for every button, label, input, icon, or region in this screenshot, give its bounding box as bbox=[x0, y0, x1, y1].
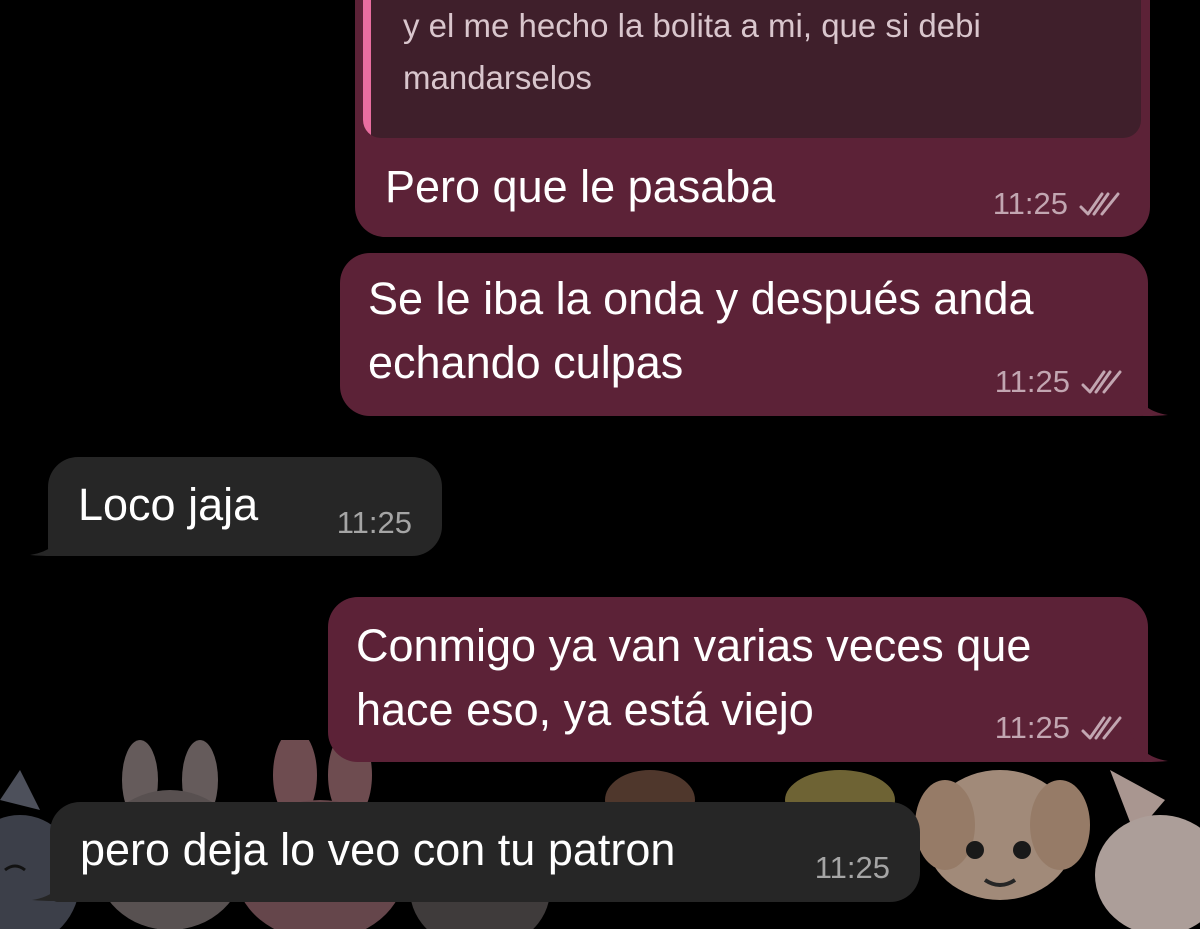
message-time: 11:25 bbox=[994, 364, 1070, 399]
message-text: Loco jaja bbox=[78, 479, 259, 530]
message-meta: 11:25 bbox=[995, 364, 1124, 400]
message-text: Se le iba la onda y después anda echando… bbox=[368, 273, 1034, 388]
outgoing-message-bubble[interactable]: y el me hecho la bolita a mi, que si deb… bbox=[355, 0, 1150, 237]
outgoing-message-bubble[interactable]: Se le iba la onda y después anda echando… bbox=[340, 253, 1148, 416]
message-time: 11:25 bbox=[992, 186, 1068, 221]
bubble-tail bbox=[32, 870, 70, 901]
message-text: Pero que le pasaba bbox=[385, 161, 776, 212]
bubble-tail bbox=[1130, 385, 1168, 416]
chat-view: y el me hecho la bolita a mi, que si deb… bbox=[0, 0, 1200, 929]
bubble-tail bbox=[30, 525, 68, 556]
double-check-icon bbox=[1081, 370, 1122, 394]
quoted-message-text: y el me hecho la bolita a mi, que si deb… bbox=[403, 7, 981, 96]
message-meta: 11:25 bbox=[337, 505, 412, 541]
message-text: Conmigo ya van varias veces que hace eso… bbox=[356, 620, 1032, 735]
bubble-tail bbox=[1130, 731, 1168, 762]
message-time: 11:25 bbox=[814, 850, 890, 885]
double-check-icon bbox=[1079, 192, 1120, 216]
message-text: pero deja lo veo con tu patron bbox=[80, 824, 676, 875]
double-check-icon bbox=[1081, 716, 1122, 740]
message-meta: 11:25 bbox=[815, 850, 890, 886]
quoted-reply[interactable]: y el me hecho la bolita a mi, que si deb… bbox=[363, 0, 1141, 138]
incoming-message-bubble[interactable]: Loco jaja 11:25 bbox=[48, 457, 442, 556]
wallpaper-dog-doodle bbox=[915, 770, 1090, 900]
message-meta: 11:25 bbox=[993, 186, 1122, 222]
quote-accent-bar bbox=[363, 0, 371, 138]
incoming-message-bubble[interactable]: pero deja lo veo con tu patron 11:25 bbox=[50, 802, 920, 902]
outgoing-message-bubble[interactable]: Conmigo ya van varias veces que hace eso… bbox=[328, 597, 1148, 762]
message-time: 11:25 bbox=[336, 505, 412, 540]
message-meta: 11:25 bbox=[995, 710, 1124, 746]
wallpaper-fox-doodle bbox=[1095, 770, 1200, 929]
message-time: 11:25 bbox=[994, 710, 1070, 745]
